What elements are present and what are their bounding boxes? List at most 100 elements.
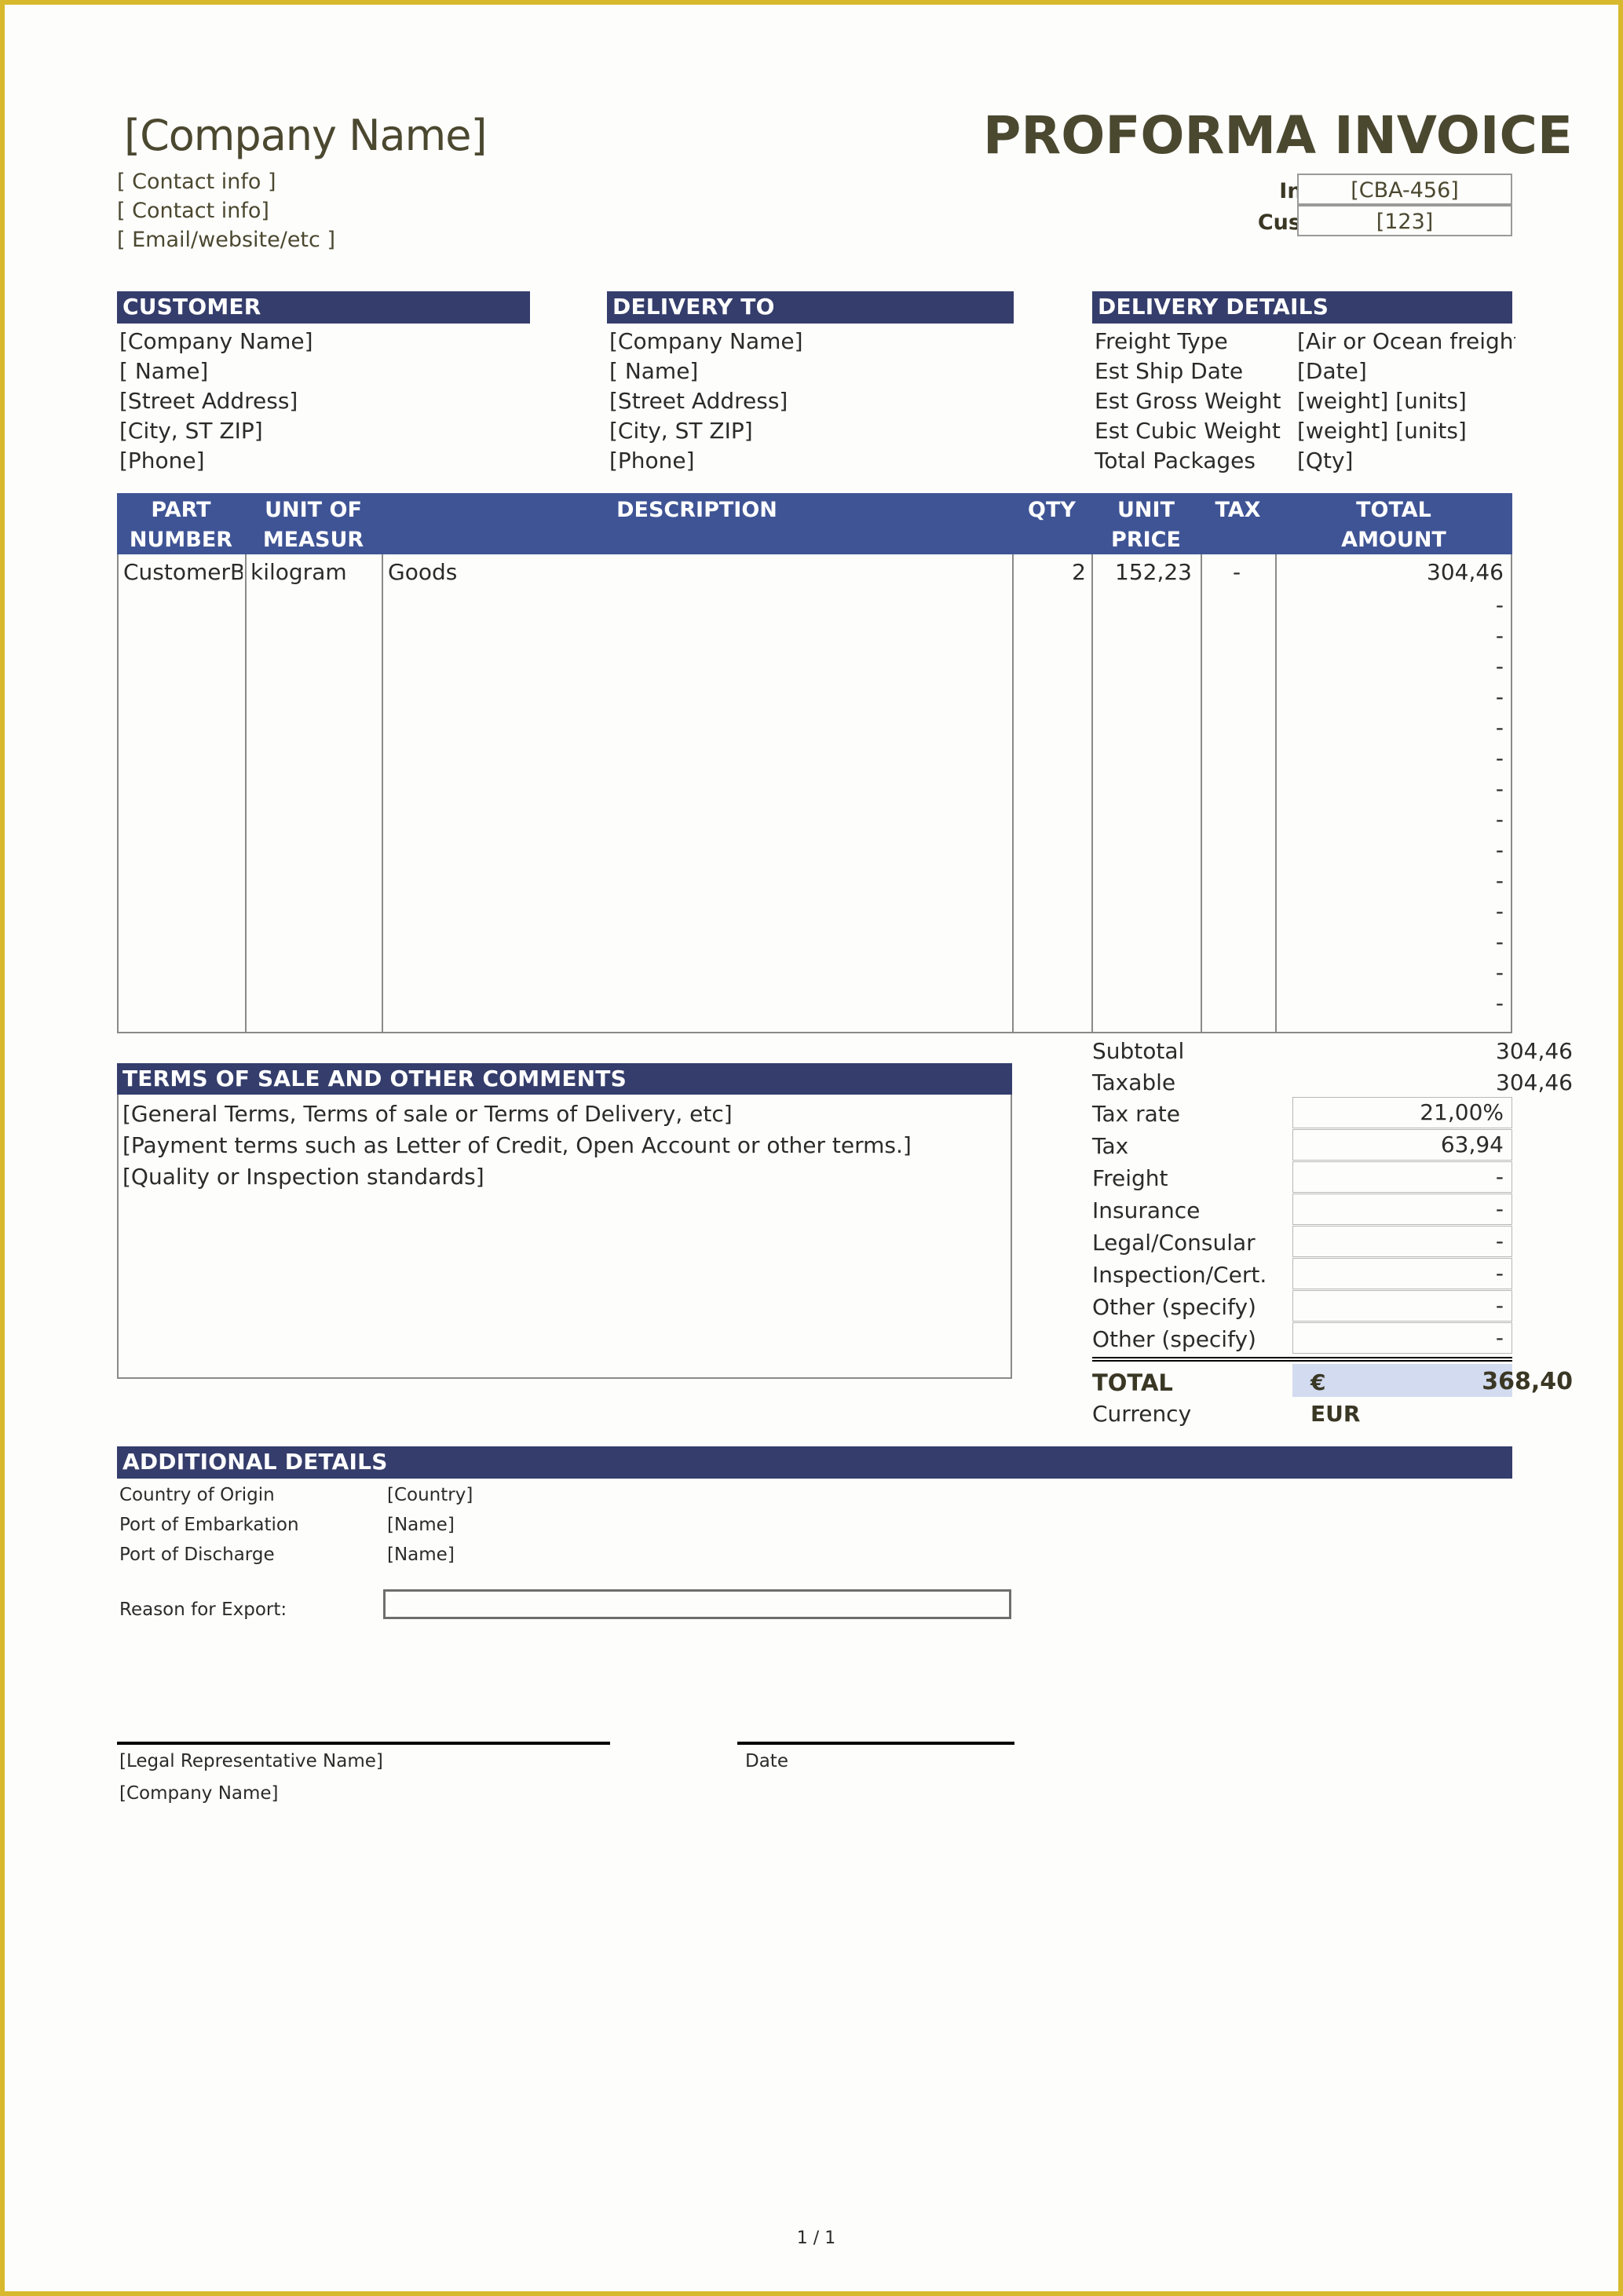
total-value: 368,40 [1482,1368,1573,1395]
insurance-label: Insurance [1092,1197,1201,1223]
items-empty-row-amount[interactable]: - [1280,868,1504,894]
col-divider-6 [1275,554,1277,1032]
invoice-sheet: [Company Name] [ Contact info ] [ Contac… [5,5,1618,2291]
items-empty-row-amount[interactable]: - [1280,929,1504,955]
items-empty-row-amount[interactable]: - [1280,960,1504,985]
currency-label: Currency [1092,1401,1192,1427]
items-empty-row-amount[interactable]: - [1280,776,1504,802]
items-empty-row-amount[interactable]: - [1280,684,1504,710]
other-1-label: Other (specify) [1092,1294,1256,1320]
terms-line-2: [Payment terms such as Letter of Credit,… [122,1132,912,1158]
items-empty-row-amount[interactable]: - [1280,715,1504,740]
column-header-part-number: PART NUMBER [129,498,233,552]
items-empty-row-amount[interactable]: - [1280,653,1504,679]
signature-rule-date [737,1742,1014,1745]
freight-value[interactable]: - [1292,1161,1512,1193]
port-of-embarkation-label: Port of Embarkation [119,1515,299,1535]
items-table: PART NUMBER UNIT OF MEASUR DESCRIPTION Q… [117,493,1512,1033]
other-2-label: Other (specify) [1092,1326,1256,1352]
items-empty-row-amount[interactable]: - [1280,837,1504,863]
total-divider-rule [1092,1357,1512,1362]
column-header-tax: TAX [1215,498,1261,522]
delivery-to-line-4: [City, ST ZIP] [609,418,753,444]
reason-for-export-input[interactable] [383,1589,1011,1619]
row-part-number[interactable]: CustomerBOX [123,559,243,585]
taxable-label: Taxable [1092,1069,1176,1095]
delivery-to-line-3: [Street Address] [609,388,788,414]
delivery-detail-value-3: [weight] [units] [1297,418,1467,444]
legal-representative-name: [Legal Representative Name] [119,1751,383,1771]
items-empty-row-amount[interactable]: - [1280,623,1504,649]
customer-line-2: [ Name] [119,358,209,384]
items-empty-row-amount[interactable]: - [1280,990,1504,1016]
inspection-cert-value[interactable]: - [1292,1258,1512,1289]
delivery-detail-label-2: Est Gross Weight [1095,388,1281,414]
invoice-number-value[interactable]: [CBA-456] [1297,174,1512,205]
customer-line-3: [Street Address] [119,388,298,414]
delivery-detail-label-1: Est Ship Date [1095,358,1244,384]
date-label: Date [745,1751,788,1771]
country-of-origin-value[interactable]: [Country] [387,1485,473,1505]
reason-for-export-label: Reason for Export: [119,1600,287,1620]
row-description[interactable]: Goods [388,559,1008,585]
column-header-unit-price: UNIT PRICE [1111,498,1181,552]
port-of-embarkation-value[interactable]: [Name] [387,1515,455,1535]
delivery-detail-label-0: Freight Type [1095,328,1228,354]
customer-line-1: [Company Name] [119,328,313,354]
total-currency-symbol: € [1310,1369,1326,1395]
contact-info-line-2: [ Contact info] [117,199,269,223]
contact-info-line-1: [ Contact info ] [117,170,276,194]
row-unit-price[interactable]: 152,23 [1096,559,1192,585]
row-total-amount[interactable]: 304,46 [1280,559,1504,585]
insurance-value[interactable]: - [1292,1194,1512,1225]
tax-value[interactable]: 63,94 [1292,1129,1512,1161]
legal-consular-label: Legal/Consular [1092,1230,1256,1256]
tax-rate-label: Tax rate [1092,1101,1180,1127]
terms-line-1: [General Terms, Terms of sale or Terms o… [122,1101,733,1127]
row-qty[interactable]: 2 [1017,559,1086,585]
column-header-total-amount: TOTAL AMOUNT [1341,498,1446,552]
delivery-details-band: DELIVERY DETAILS [1092,291,1512,324]
col-divider-3 [1012,554,1014,1032]
delivery-to-line-1: [Company Name] [609,328,803,354]
column-header-description: DESCRIPTION [616,498,777,522]
row-unit-of-measure[interactable]: kilogram [250,559,378,585]
delivery-detail-value-1: [Date] [1297,358,1367,384]
port-of-discharge-value[interactable]: [Name] [387,1545,455,1565]
delivery-to-band: DELIVERY TO [607,291,1014,324]
delivery-detail-value-2: [weight] [units] [1297,388,1467,414]
freight-label: Freight [1092,1165,1168,1191]
total-label: TOTAL [1092,1369,1173,1396]
delivery-detail-label-4: Total Packages [1095,448,1256,473]
row-tax[interactable]: - [1205,559,1268,585]
delivery-detail-label-3: Est Cubic Weight [1095,418,1281,444]
country-of-origin-label: Country of Origin [119,1485,275,1505]
taxable-value: 304,46 [1496,1069,1573,1095]
col-divider-1 [245,554,247,1032]
customer-line-4: [City, ST ZIP] [119,418,263,444]
items-empty-row-amount[interactable]: - [1280,592,1504,618]
items-empty-row-amount[interactable]: - [1280,898,1504,924]
legal-consular-value[interactable]: - [1292,1226,1512,1257]
other-2-value[interactable]: - [1292,1322,1512,1354]
signature-rule-representative [117,1742,610,1745]
items-empty-row-amount[interactable]: - [1280,745,1504,771]
col-divider-2 [382,554,383,1032]
customer-id-value[interactable]: [123] [1297,205,1512,236]
signature-company-name: [Company Name] [119,1783,279,1804]
col-divider-4 [1091,554,1093,1032]
delivery-detail-value-4: [Qty] [1297,448,1354,473]
col-divider-5 [1201,554,1202,1032]
customer-line-5: [Phone] [119,448,205,473]
other-1-value[interactable]: - [1292,1290,1512,1322]
column-header-unit-of-measure: UNIT OF MEASUR [262,498,364,552]
subtotal-value: 304,46 [1496,1038,1573,1064]
terms-band: TERMS OF SALE AND OTHER COMMENTS [117,1063,1012,1095]
tax-label: Tax [1092,1133,1129,1159]
items-table-body: CustomerBOX kilogram Goods 2 152,23 - 30… [117,554,1512,1033]
items-table-header: PART NUMBER UNIT OF MEASUR DESCRIPTION Q… [117,493,1512,554]
customer-band: CUSTOMER [117,291,530,324]
items-empty-row-amount[interactable]: - [1280,806,1504,832]
additional-details-band: ADDITIONAL DETAILS [117,1446,1512,1479]
tax-rate-value[interactable]: 21,00% [1292,1097,1512,1128]
